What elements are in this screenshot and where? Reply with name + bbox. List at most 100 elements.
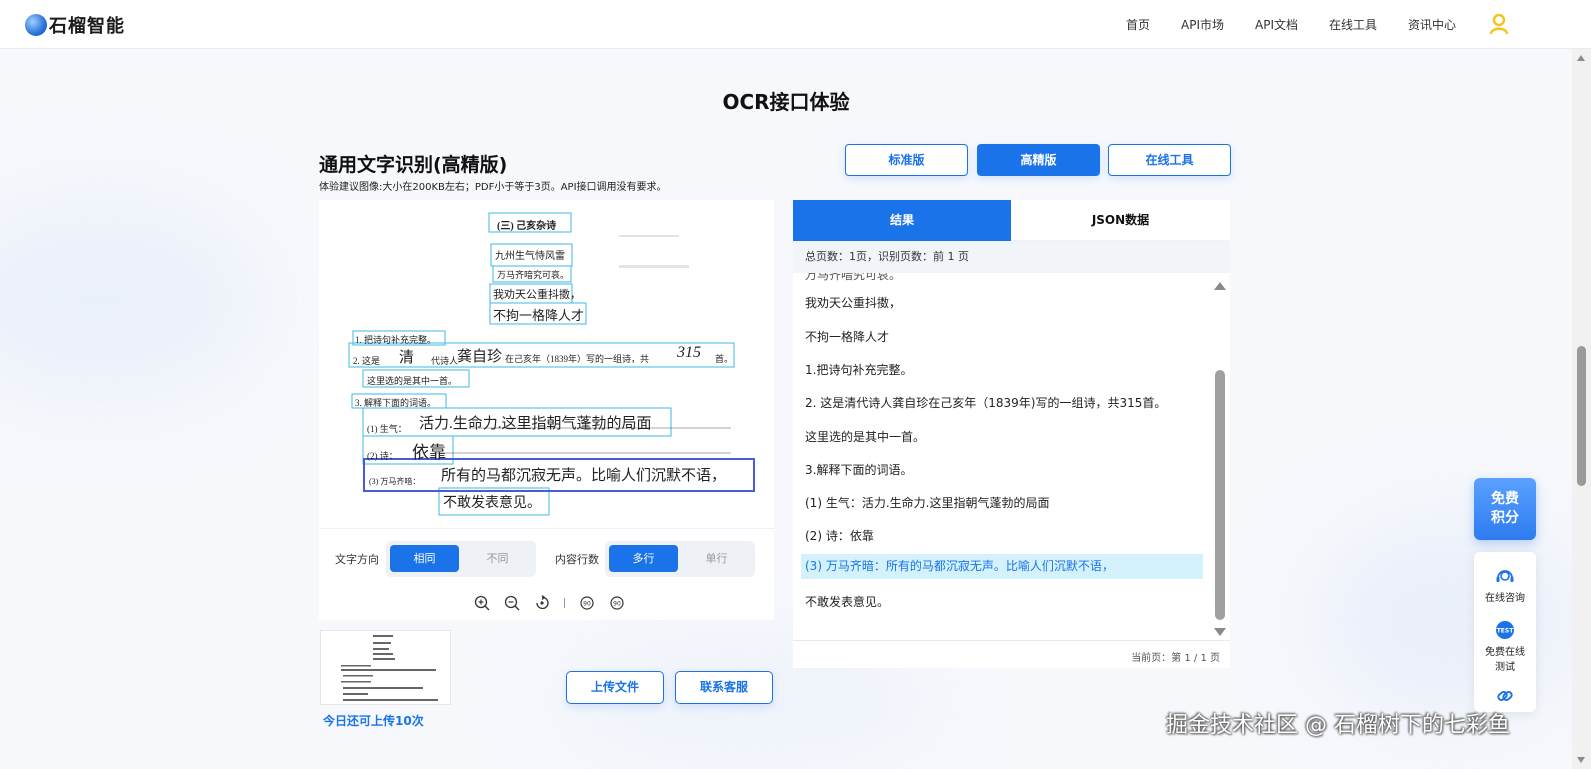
document-image: (三) 己亥杂诗 九州生气恃风雷 万马齐喑究可哀。 我劝天公重抖擞， 不拘一格降… [319, 200, 774, 528]
floating-service-panel: 在线咨询 TEST 免费在线 测试 [1474, 552, 1536, 712]
background-blob [0, 200, 260, 400]
result-line: 3.解释下面的词语。 [805, 463, 913, 477]
doc-line: 1. 把诗句补充完整。 [355, 335, 437, 345]
direction-different-option[interactable]: 不同 [463, 545, 532, 572]
free-points-button[interactable]: 免费 积分 [1474, 478, 1536, 540]
scroll-up-arrow-icon[interactable] [1214, 282, 1226, 290]
watermark-text: 掘金技术社区 @ 石榴树下的七彩鱼 [1166, 713, 1510, 738]
result-line: 1.把诗句补充完整。 [805, 363, 913, 377]
section-subtitle: 体验建议图像:大小在200KB左右；PDF小于等于3页。API接口调用没有要求。 [319, 182, 667, 193]
content-lines-toggle: 多行 单行 [605, 541, 755, 577]
doc-handwriting: 依靠 [412, 443, 446, 462]
text-direction-toggle: 相同 不同 [386, 541, 536, 577]
page-title: OCR接口体验 [722, 90, 850, 114]
nav-item-online-tools[interactable]: 在线工具 [1329, 16, 1377, 33]
svg-text:90: 90 [583, 601, 591, 608]
top-header: 石榴智能 首页 API市场 API文档 在线工具 资讯中心 [0, 0, 1591, 49]
tab-json[interactable]: JSON数据 [1011, 200, 1230, 241]
doc-handwriting: 清 [399, 350, 415, 366]
section-title: 通用文字识别(高精版) [319, 154, 508, 176]
page-scrollbar[interactable] [1572, 49, 1591, 769]
main-nav: 首页 API市场 API文档 在线工具 资讯中心 [1126, 16, 1487, 33]
logo-icon [25, 14, 47, 36]
link-button[interactable] [1474, 686, 1536, 709]
result-text-area[interactable]: 万马齐喑究可哀。 我劝天公重抖擞， 不拘一格降人才 1.把诗句补充完整。 2. … [793, 273, 1230, 641]
result-line: 不拘一格降人才 [805, 330, 890, 344]
online-consult-label: 在线咨询 [1485, 593, 1525, 604]
page-summary: 总页数：1页，识别页数：前 1 页 [793, 241, 1230, 273]
doc-line: 3. 解释下面的词语。 [355, 398, 437, 408]
page-scrollbar-thumb[interactable] [1577, 346, 1586, 486]
contact-support-button[interactable]: 联系客服 [675, 671, 773, 704]
online-tool-button[interactable]: 在线工具 [1108, 144, 1231, 176]
headset-icon [1496, 570, 1514, 582]
result-line: 不敢发表意见。 [805, 595, 890, 609]
svg-text:TEST: TEST [1497, 628, 1515, 635]
nav-item-home[interactable]: 首页 [1126, 16, 1150, 33]
doc-handwriting: 所有的马都沉寂无声。比喻人们沉默不语， [441, 468, 727, 484]
doc-line: (1) 生气： [367, 424, 407, 434]
result-line: (2) 诗：依靠 [805, 529, 874, 543]
background-blob [1320, 520, 1580, 720]
rotate-right-icon[interactable]: 90 [609, 595, 625, 611]
scroll-down-arrow-icon[interactable] [1214, 628, 1226, 636]
result-line: (1) 生气：活力.生命力.这里指朝气蓬勃的局面 [805, 496, 1050, 510]
upload-remaining-text: 今日还可上传10次 [323, 714, 424, 728]
current-page-indicator: 当前页：第 1 / 1 页 [1131, 653, 1220, 664]
free-online-test-label2: 测试 [1495, 662, 1515, 673]
multi-line-option[interactable]: 多行 [609, 545, 678, 572]
free-points-line1: 免费 [1491, 491, 1519, 507]
result-line-partial: 万马齐喑究可哀。 [805, 273, 902, 282]
zoom-in-icon[interactable] [474, 595, 490, 611]
nav-item-news[interactable]: 资讯中心 [1408, 16, 1456, 33]
single-line-option[interactable]: 单行 [682, 545, 751, 572]
doc-line: 这里选的是其中一首。 [367, 376, 458, 386]
recognition-options: 文字方向 相同 不同 内容行数 多行 单行 90 90 [319, 528, 774, 620]
svg-text:90: 90 [613, 601, 621, 608]
tab-result[interactable]: 结果 [793, 200, 1011, 241]
logo-text: 石榴智能 [49, 16, 125, 37]
user-icon[interactable] [1489, 13, 1509, 35]
toolbar-divider [564, 598, 565, 608]
scroll-up-arrow-icon[interactable] [1577, 55, 1585, 61]
content-lines-label: 内容行数 [555, 553, 599, 566]
text-direction-label: 文字方向 [335, 553, 379, 566]
doc-line: (2) 诗： [367, 451, 398, 461]
result-scrollbar[interactable] [1213, 278, 1227, 638]
scroll-down-arrow-icon[interactable] [1577, 757, 1585, 763]
doc-handwriting: 龚自珍 [457, 349, 503, 365]
result-line: 2. 这是清代诗人龚自珍在己亥年（1839年)写的一组诗，共315首。 [805, 396, 1167, 410]
doc-handwriting: 315 [677, 344, 701, 361]
doc-line: 万马齐喑究可哀。 [497, 270, 570, 280]
free-online-test-button[interactable]: TEST 免费在线 测试 [1474, 620, 1536, 673]
result-line-highlighted: (3) 万马齐暗：所有的马都沉寂无声。比喻人们沉默不语， [801, 554, 1203, 579]
online-consult-button[interactable]: 在线咨询 [1474, 566, 1536, 604]
free-online-test-label: 免费在线 [1485, 647, 1525, 658]
doc-line: 在己亥年（1839年）写的一组诗，共 [505, 354, 650, 364]
thumbnail-preview [341, 635, 438, 701]
direction-same-option[interactable]: 相同 [390, 545, 459, 572]
logo[interactable]: 石榴智能 [25, 12, 125, 38]
standard-mode-button[interactable]: 标准版 [845, 144, 968, 176]
nav-item-api-market[interactable]: API市场 [1181, 16, 1224, 33]
results-panel: 结果 JSON数据 总页数：1页，识别页数：前 1 页 万马齐喑究可哀。 我劝天… [793, 200, 1230, 668]
doc-line: 九州生气恃风雷 [495, 251, 565, 262]
nav-item-api-docs[interactable]: API文档 [1255, 16, 1298, 33]
doc-handwriting: 不敢发表意见。 [443, 496, 541, 511]
doc-line: (三) 己亥杂诗 [497, 221, 557, 232]
precise-mode-button[interactable]: 高精版 [977, 144, 1100, 176]
link-icon [1497, 691, 1513, 701]
upload-file-button[interactable]: 上传文件 [566, 671, 664, 704]
reset-icon[interactable] [534, 595, 550, 611]
doc-line: 我劝天公重抖擞， [493, 289, 581, 301]
doc-line: (3) 万马齐喑： [369, 477, 421, 486]
document-thumbnail[interactable] [320, 630, 451, 705]
result-line: 我劝天公重抖擞， [805, 296, 902, 310]
zoom-out-icon[interactable] [504, 595, 520, 611]
result-line: 这里选的是其中一首。 [805, 430, 926, 444]
result-scrollbar-thumb[interactable] [1215, 370, 1225, 620]
doc-line: 首。 [715, 354, 734, 364]
test-badge-icon: TEST [1496, 621, 1515, 639]
rotate-left-icon[interactable]: 90 [579, 595, 595, 611]
doc-line: 2. 这是 [353, 356, 381, 366]
